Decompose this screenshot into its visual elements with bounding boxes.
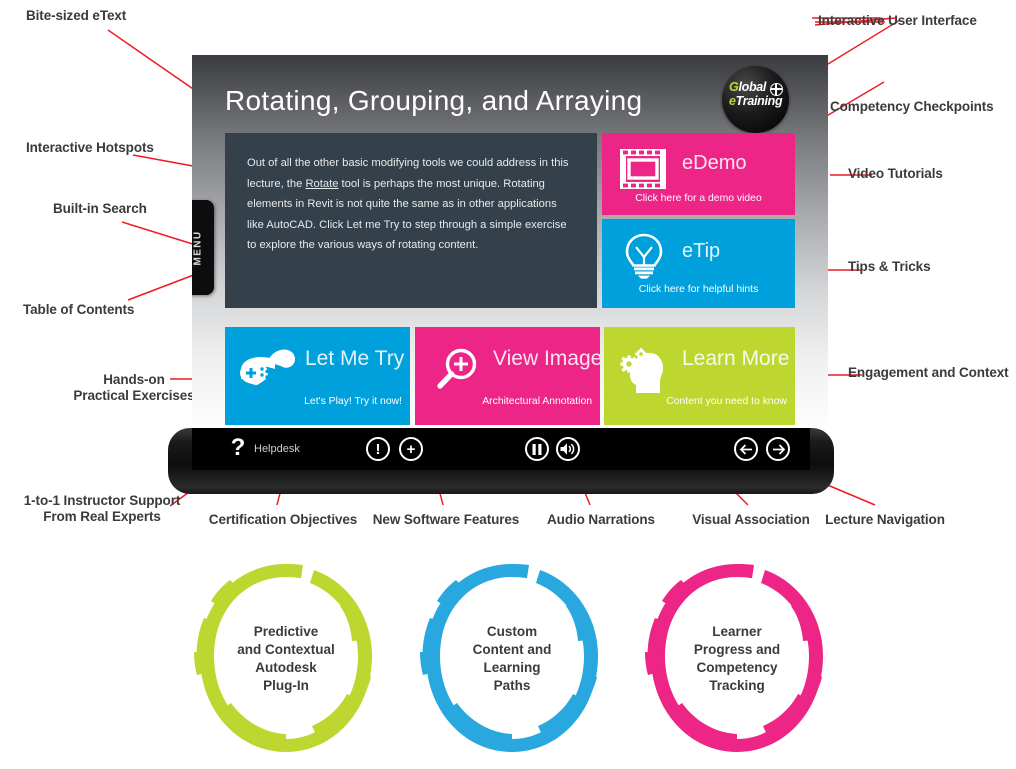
menu-tab-label: MENU: [192, 229, 204, 266]
logo-line2-a: e: [729, 93, 736, 108]
tile-let-me-try-subtitle: Let's Play! Try it now!: [304, 396, 402, 407]
etext-hotspot-rotate[interactable]: Rotate: [305, 178, 338, 190]
circle-learner-progress-label: Learner Progress and Competency Tracking: [693, 623, 781, 693]
lightbulb-icon: [624, 233, 664, 284]
tile-view-image-subtitle: Architectural Annotation: [482, 396, 592, 407]
global-etraining-logo: Global eTraining: [722, 66, 789, 133]
etext-panel: Out of all the other basic modifying too…: [225, 133, 597, 308]
exclamation-circle-icon: !: [366, 437, 390, 461]
callout-interactive-user-interface: Interactive User Interface: [818, 13, 977, 28]
infographic-canvas: Bite-sized eText Interactive Hotspots Bu…: [0, 0, 1016, 769]
circle-predictive-contextual: Predictive and Contextual Autodesk Plug-…: [186, 556, 386, 761]
callout-table-of-contents: Table of Contents: [23, 302, 135, 317]
gamepad-icon: [239, 347, 297, 396]
callout-instructor-support: 1-to-1 Instructor Support From Real Expe…: [23, 493, 181, 524]
callout-built-in-search: Built-in Search: [53, 201, 147, 216]
arrow-left-circle-icon: [734, 437, 758, 461]
tile-view-image-title: View Image: [493, 347, 600, 370]
circle-learner-progress: Learner Progress and Competency Tracking: [637, 556, 837, 761]
course-screen: Rotating, Grouping, and Arraying Global …: [192, 55, 828, 432]
speaker-circle-icon: [556, 437, 580, 461]
helpdesk-button[interactable]: ? Helpdesk: [228, 428, 300, 470]
callout-interactive-hotspots: Interactive Hotspots: [26, 140, 154, 155]
tile-edemo-subtitle: Click here for a demo video: [635, 193, 762, 204]
objectives-button[interactable]: !: [366, 428, 390, 470]
callout-tips-and-tricks: Tips & Tricks: [848, 259, 931, 274]
magnifier-plus-icon: [435, 347, 481, 398]
plus-circle-icon: +: [399, 437, 423, 461]
globe-icon: [770, 83, 783, 96]
tile-learn-more-title: Learn More: [682, 347, 790, 370]
callout-new-software-features: New Software Features: [372, 512, 520, 527]
question-mark-icon: ?: [231, 435, 246, 461]
callout-bite-sized-etext: Bite-sized eText: [26, 8, 127, 23]
film-strip-icon: [620, 149, 666, 194]
tile-let-me-try[interactable]: Let Me Try Let's Play! Try it now!: [225, 327, 410, 425]
tile-edemo-title: eDemo: [682, 152, 747, 174]
audio-button[interactable]: [556, 428, 580, 470]
tile-etip-subtitle: Click here for helpful hints: [638, 284, 759, 295]
svg-text:?: ?: [231, 435, 246, 461]
tile-learn-more-subtitle: Content you need to know: [666, 396, 787, 407]
tile-learn-more[interactable]: Learn More Content you need to know: [604, 327, 795, 425]
new-features-button[interactable]: +: [399, 428, 423, 470]
etext-body: Out of all the other basic modifying too…: [225, 133, 597, 256]
callout-engagement-and-context: Engagement and Context: [848, 365, 1009, 380]
tile-let-me-try-title: Let Me Try: [305, 347, 405, 370]
device-bottom-bar: ? Helpdesk ! +: [168, 428, 834, 494]
next-button[interactable]: [766, 428, 790, 470]
helpdesk-label: Helpdesk: [254, 443, 300, 455]
toolbar: ? Helpdesk ! +: [192, 428, 810, 470]
tile-edemo[interactable]: eDemo Click here for a demo video: [602, 133, 795, 215]
head-gears-icon: [618, 345, 670, 400]
menu-tab[interactable]: MENU: [192, 200, 214, 295]
callout-video-tutorials: Video Tutorials: [848, 166, 943, 181]
page-title: Rotating, Grouping, and Arraying: [225, 85, 643, 116]
callout-visual-association: Visual Association: [692, 512, 810, 527]
circle-custom-content-label: Custom Content and Learning Paths: [472, 623, 552, 693]
arrow-right-circle-icon: [766, 437, 790, 461]
callout-competency-checkpoints: Competency Checkpoints: [830, 99, 994, 114]
previous-button[interactable]: [734, 428, 758, 470]
tile-etip-title: eTip: [682, 240, 721, 262]
tile-etip[interactable]: eTip Click here for helpful hints: [602, 219, 795, 308]
callout-audio-narrations: Audio Narrations: [547, 512, 655, 527]
circle-custom-content: Custom Content and Learning Paths: [412, 556, 612, 761]
logo-line1-b: lobal: [738, 80, 767, 94]
callout-lecture-navigation: Lecture Navigation: [825, 512, 945, 527]
pause-button[interactable]: [525, 428, 549, 470]
callout-certification-objectives: Certification Objectives: [208, 512, 358, 527]
pause-circle-icon: [525, 437, 549, 461]
tile-view-image[interactable]: View Image Architectural Annotation: [415, 327, 600, 425]
callout-hands-on-practical-exercises: Hands-on Practical Exercises: [73, 372, 195, 403]
circle-predictive-contextual-label: Predictive and Contextual Autodesk Plug-…: [237, 623, 335, 693]
